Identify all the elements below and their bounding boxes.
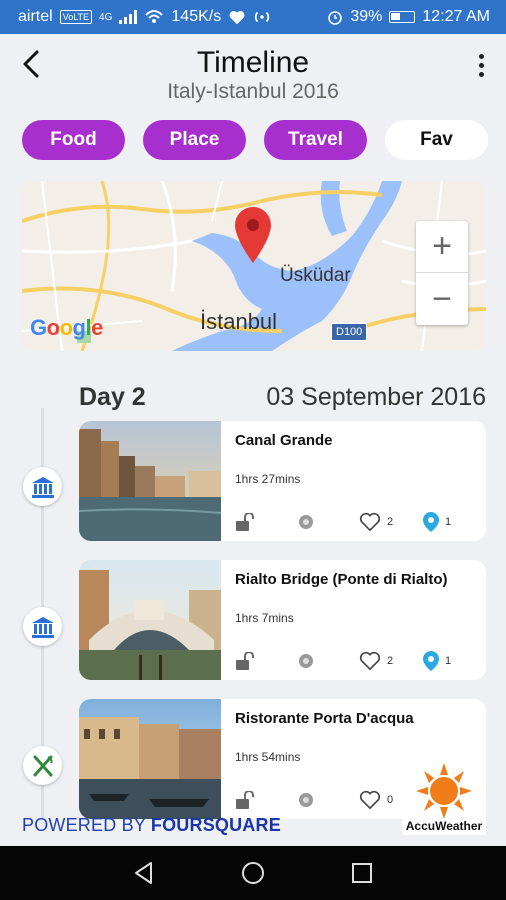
unlock-icon (236, 513, 254, 531)
status-bar: airtel VoLTE 4G 145K/s 39% 12:27 AM (0, 0, 506, 34)
like-button[interactable]: 0 (359, 789, 393, 811)
camera-lens-icon (299, 515, 313, 529)
location-pin-icon[interactable] (235, 207, 271, 268)
like-button[interactable]: 2 (359, 511, 393, 533)
like-count: 2 (387, 516, 394, 528)
filter-place-chip[interactable]: Place (143, 120, 246, 160)
place-duration: 1hrs 27mins (235, 472, 301, 486)
photo-button[interactable] (297, 789, 315, 811)
heart-outline-icon (359, 790, 381, 810)
lock-button[interactable] (235, 789, 255, 811)
triangle-back-icon (135, 862, 153, 884)
filter-food-chip[interactable]: Food (22, 120, 125, 160)
place-duration: 1hrs 54mins (235, 750, 301, 764)
map-label-city: İstanbul (200, 309, 278, 334)
heart-outline-icon (359, 512, 381, 532)
map-view[interactable]: Üsküdar İstanbul D100 + − Google (22, 181, 486, 351)
checkin-count: 1 (445, 655, 452, 667)
unlock-icon (236, 791, 254, 809)
map-pin-icon (423, 512, 439, 532)
more-dot-icon (478, 62, 484, 68)
more-dot-icon (478, 53, 484, 59)
sun-icon (416, 763, 472, 819)
place-photo (79, 421, 221, 541)
place-card[interactable]: Rialto Bridge (Ponte di Rialto) 1hrs 7mi… (79, 560, 486, 680)
camera-lens-icon (299, 654, 313, 668)
heart-status-icon (229, 11, 245, 25)
powered-prefix: POWERED BY (22, 815, 146, 835)
place-name: Canal Grande (235, 432, 333, 449)
more-options-button[interactable] (470, 48, 492, 82)
system-nav-bar (0, 846, 506, 900)
heart-outline-icon (359, 651, 381, 671)
day-date: 03 September 2016 (266, 382, 486, 411)
circle-home-icon (241, 862, 264, 884)
zoom-out-button[interactable]: − (416, 273, 468, 325)
volte-badge: VoLTE (59, 10, 93, 24)
accuweather-label: AccuWeather (405, 819, 483, 833)
header: Timeline Italy-Istanbul 2016 (0, 34, 506, 112)
place-photo (79, 560, 221, 680)
place-actions: 2 1 (235, 650, 471, 672)
battery-percent: 39% (350, 8, 383, 25)
timeline-restaurant-icon (23, 746, 62, 785)
alarm-icon (328, 11, 343, 25)
network-speed: 145K/s (171, 8, 222, 25)
filter-chips: Food Place Travel Fav (22, 120, 488, 160)
place-duration: 1hrs 7mins (235, 611, 294, 625)
carrier-label: airtel (18, 8, 53, 25)
timeline-landmark-icon (23, 607, 62, 646)
like-button[interactable]: 2 (359, 650, 393, 672)
battery-icon (389, 11, 416, 23)
foursquare-brand: FOURSQUARE (150, 815, 281, 835)
timeline-landmark-icon (23, 467, 62, 506)
checkin-button[interactable]: 1 (423, 650, 451, 672)
checkin-button[interactable]: 1 (423, 511, 451, 533)
map-pin-icon (423, 651, 439, 671)
accuweather-badge[interactable]: AccuWeather (402, 763, 486, 835)
place-name: Rialto Bridge (Ponte di Rialto) (235, 571, 448, 588)
google-logo: Google (30, 315, 103, 340)
page-subtitle: Italy-Istanbul 2016 (167, 80, 339, 103)
place-actions: 2 1 (235, 511, 471, 533)
photo-button[interactable] (297, 511, 315, 533)
filter-travel-chip[interactable]: Travel (264, 120, 367, 160)
nav-home-button[interactable] (233, 853, 273, 893)
day-header: Day 2 03 September 2016 (79, 381, 486, 413)
powered-by-foursquare[interactable]: POWERED BY FOURSQUARE (22, 815, 281, 836)
more-dot-icon (478, 71, 484, 77)
photo-button[interactable] (297, 650, 315, 672)
place-name: Ristorante Porta D'acqua (235, 710, 414, 727)
place-photo (79, 699, 221, 819)
wifi-hotspot-icon (145, 10, 164, 23)
day-label: Day 2 (79, 382, 146, 411)
unlock-icon (236, 652, 254, 670)
map-label-district: Üsküdar (280, 265, 351, 286)
like-count: 2 (387, 655, 394, 667)
zoom-in-button[interactable]: + (416, 221, 468, 273)
lock-button[interactable] (235, 650, 255, 672)
like-count: 0 (387, 794, 394, 806)
map-zoom-controls: + − (416, 221, 468, 325)
camera-lens-icon (299, 793, 313, 807)
signal-icon (119, 10, 138, 24)
network-label: 4G (99, 11, 113, 23)
nav-recents-button[interactable] (342, 853, 382, 893)
clock: 12:27 AM (422, 8, 490, 25)
nav-back-button[interactable] (124, 853, 164, 893)
road-badge: D100 (331, 323, 368, 341)
page-title: Timeline (196, 46, 310, 79)
checkin-count: 1 (445, 516, 452, 528)
place-card[interactable]: Canal Grande 1hrs 27mins 2 1 (79, 421, 486, 541)
cast-icon (255, 11, 270, 23)
lock-button[interactable] (235, 511, 255, 533)
filter-fav-chip[interactable]: Fav (385, 120, 488, 160)
square-recents-icon (351, 863, 372, 883)
